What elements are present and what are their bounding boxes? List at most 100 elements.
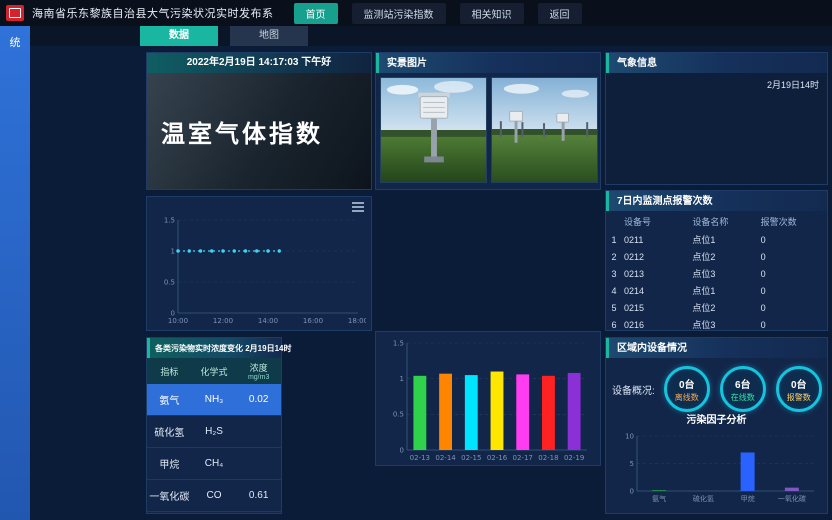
alarm-table-row: 60216点位30 (606, 316, 827, 333)
top-bar: 海南省乐东黎族自治县大气污染状况实时发布系 首页 监测站污染指数 相关知识 返回 (0, 0, 832, 26)
alarm-col-count: 报警次数 (759, 212, 827, 231)
online-count-circle: 6台 在线数 (720, 366, 766, 412)
nav-back-button[interactable]: 返回 (538, 3, 582, 24)
alarm-table-row: 30213点位30 (606, 265, 827, 282)
pollutant-header-row: 指标 化学式 浓度 mg/m3 (147, 358, 281, 384)
pollutants-panel-header: 各类污染物实时浓度变化 2月19日14时 (147, 338, 281, 358)
svg-text:1: 1 (400, 375, 404, 383)
weather-body: 2月19日14时 (606, 73, 827, 184)
offline-label: 离线数 (675, 392, 699, 403)
svg-text:0: 0 (630, 487, 634, 495)
pollutant-table: 指标 化学式 浓度 mg/m3 氨气NH₃0.02硫化氢H₂S甲烷CH₄一氧化碳… (147, 358, 281, 512)
svg-text:甲烷: 甲烷 (741, 494, 755, 503)
alarm-table-row: 10211点位10 (606, 231, 827, 248)
svg-text:02-18: 02-18 (538, 454, 558, 462)
headline-area: 温室气体指数 (147, 73, 371, 189)
svg-text:02-17: 02-17 (513, 454, 533, 462)
side-strip-label: 统 (0, 34, 30, 50)
pollutants-panel: 各类污染物实时浓度变化 2月19日14时 指标 化学式 浓度 mg/m3 氨气N… (146, 337, 282, 514)
main-content: 2022年2月19日 14:17:03 下午好 温室气体指数 实景图片 (30, 46, 832, 520)
alarm-table-row: 40214点位10 (606, 282, 827, 299)
alarm-count: 0台 (791, 376, 807, 391)
devices-panel-title: 区域内设备情况 (617, 339, 687, 358)
nav-home-button[interactable]: 首页 (294, 3, 338, 24)
svg-text:02-14: 02-14 (435, 454, 456, 462)
online-count: 6台 (735, 376, 751, 391)
svg-text:1: 1 (171, 247, 175, 255)
site-photo-2 (491, 77, 598, 183)
alarm-table: 设备号 设备名称 报警次数 10211点位1020212点位2030213点位3… (606, 212, 827, 333)
svg-text:02-13: 02-13 (410, 454, 430, 462)
svg-text:1.5: 1.5 (164, 216, 175, 224)
app-logo-icon (6, 5, 24, 21)
svg-text:0.5: 0.5 (164, 278, 175, 286)
pollutant-table-row[interactable]: 硫化氢H₂S (147, 416, 281, 448)
svg-text:0.5: 0.5 (393, 411, 404, 419)
svg-text:0: 0 (400, 446, 404, 454)
svg-text:16:00: 16:00 (303, 317, 323, 325)
factor-chart-title: 污染因子分析 (606, 414, 827, 428)
photo-row (376, 73, 600, 187)
weather-panel: 气象信息 2月19日14时 (605, 52, 828, 185)
tab-bar: 数据 地图 (30, 26, 832, 46)
svg-text:1.5: 1.5 (393, 339, 404, 347)
greenhouse-line-chart: 00.511.510:0012:0014:0016:0018:00 (152, 214, 366, 326)
svg-text:02-19: 02-19 (564, 454, 584, 462)
tab-data[interactable]: 数据 (140, 26, 218, 46)
alarm-table-body: 10211点位1020212点位2030213点位3040214点位105021… (606, 231, 827, 333)
alarm-table-row: 50215点位20 (606, 299, 827, 316)
pollutant-table-row[interactable]: 甲烷CH₄ (147, 448, 281, 480)
tab-map[interactable]: 地图 (230, 26, 308, 46)
pollutant-col-formula: 化学式 (192, 358, 237, 384)
alarm-col-index (606, 212, 622, 231)
pollutant-col-indicator: 指标 (147, 358, 192, 384)
alarm-col-device-id: 设备号 (622, 212, 690, 231)
svg-text:硫化氢: 硫化氢 (693, 494, 714, 503)
daily-bars-panel: 0 0.5 1 1.5 02-13 02-14 02-15 02-16 02-17 02-18 02… (375, 331, 601, 466)
datetime-banner: 2022年2月19日 14:17:03 下午好 (147, 53, 371, 73)
svg-text:18:00: 18:00 (348, 317, 366, 325)
devices-panel: 区域内设备情况 设备概况: 0台 离线数 6台 在线数 0台 报警数 污染因子分… (605, 337, 828, 514)
alarm-table-row: 20212点位20 (606, 248, 827, 265)
chart-menu-icon[interactable] (352, 202, 364, 212)
pollutant-table-row[interactable]: 一氧化碳CO0.61 (147, 480, 281, 512)
site-photo-1 (380, 77, 487, 183)
daily-bar-chart: 0 0.5 1 1.5 02-13 02-14 02-15 02-16 02-17 02-18 02… (381, 337, 595, 463)
alarms-panel-title: 7日内监测点报警次数 (617, 192, 713, 211)
greeting-panel: 2022年2月19日 14:17:03 下午好 温室气体指数 (146, 52, 372, 190)
weather-panel-title: 气象信息 (617, 54, 657, 73)
offline-count: 0台 (679, 376, 695, 391)
svg-text:5: 5 (630, 460, 634, 468)
alarm-count-circle: 0台 报警数 (776, 366, 822, 412)
side-strip: 统 (0, 26, 30, 520)
alarm-label: 报警数 (787, 392, 811, 403)
device-stats-row: 设备概况: 0台 离线数 6台 在线数 0台 报警数 (606, 358, 827, 414)
svg-text:12:00: 12:00 (213, 317, 233, 325)
photos-panel: 实景图片 (375, 52, 601, 190)
nav-station-index-button[interactable]: 监测站污染指数 (352, 3, 446, 24)
dashboard-app: 海南省乐东黎族自治县大气污染状况实时发布系 首页 监测站污染指数 相关知识 返回… (0, 0, 832, 520)
devices-panel-header: 区域内设备情况 (606, 338, 827, 358)
concentration-unit: mg/m3 (237, 374, 280, 381)
app-title: 海南省乐东黎族自治县大气污染状况实时发布系 (32, 5, 274, 21)
pollutant-col-concentration: 浓度 mg/m3 (236, 358, 281, 384)
svg-text:02-16: 02-16 (487, 454, 508, 462)
photos-panel-title: 实景图片 (387, 54, 427, 73)
svg-text:一氧化碳: 一氧化碳 (778, 494, 806, 503)
svg-text:14:00: 14:00 (258, 317, 278, 325)
svg-text:10: 10 (625, 432, 634, 440)
nav-knowledge-button[interactable]: 相关知识 (460, 3, 524, 24)
pollutant-table-row[interactable]: 氨气NH₃0.02 (147, 384, 281, 416)
alarms-panel: 7日内监测点报警次数 设备号 设备名称 报警次数 10211点位1020212点… (605, 190, 828, 331)
svg-text:02-15: 02-15 (461, 454, 481, 462)
weather-panel-header: 气象信息 (606, 53, 827, 73)
pollution-factor-bar-chart: 0510氨气硫化氢甲烷一氧化碳 (611, 430, 822, 504)
device-overview-label: 设备概况: (612, 382, 655, 397)
svg-text:10:00: 10:00 (168, 317, 188, 325)
photos-panel-header: 实景图片 (376, 53, 600, 73)
online-label: 在线数 (731, 392, 755, 403)
greenhouse-chart-panel: 00.511.510:0012:0014:0016:0018:00 (146, 196, 372, 331)
alarm-table-header-row: 设备号 设备名称 报警次数 (606, 212, 827, 231)
pollutant-table-body: 氨气NH₃0.02硫化氢H₂S甲烷CH₄一氧化碳CO0.61 (147, 384, 281, 512)
pollutants-panel-title: 各类污染物实时浓度变化 2月19日14时 (155, 339, 291, 358)
